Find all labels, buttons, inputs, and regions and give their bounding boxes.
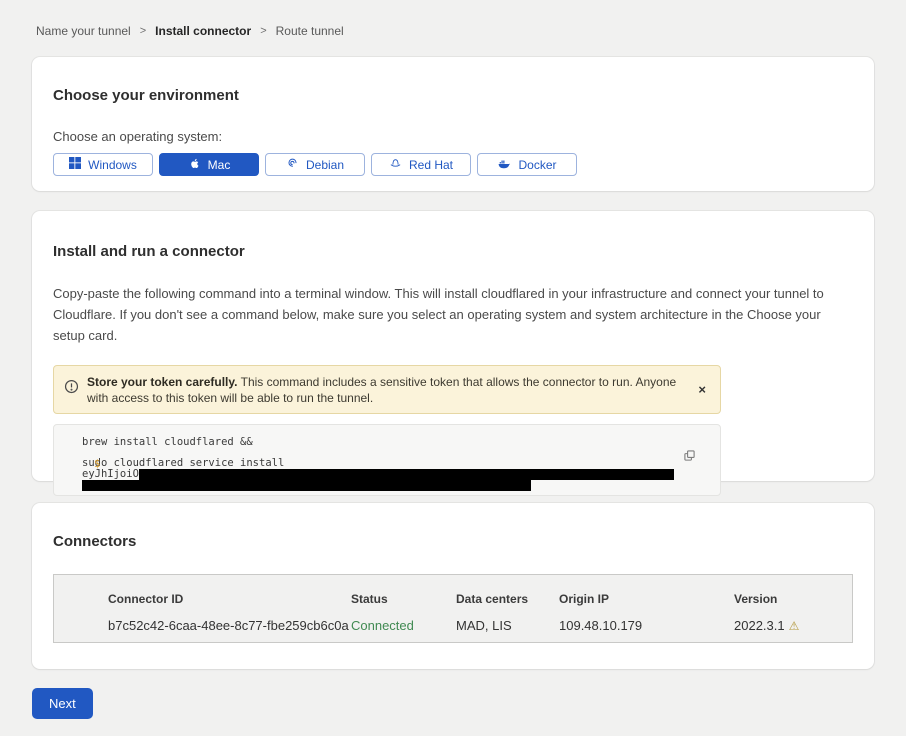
- windows-icon: [69, 157, 81, 172]
- choose-environment-title: Choose your environment: [53, 87, 853, 104]
- token-warning-bold: Store your token carefully.: [87, 375, 238, 389]
- code-line-token: eyJhIjoiO: [82, 469, 680, 480]
- status-badge: Connected: [351, 618, 456, 633]
- os-button-docker[interactable]: Docker: [477, 153, 577, 176]
- redacted-token-bar: [82, 480, 531, 491]
- token-warning-banner: Store your token carefully. This command…: [53, 365, 721, 414]
- apple-icon: [188, 157, 201, 173]
- connectors-table-header: Connector ID Status Data centers Origin …: [108, 592, 852, 606]
- os-button-windows[interactable]: Windows: [53, 153, 153, 176]
- origin-ip-cell: 109.48.10.179: [559, 618, 734, 633]
- os-button-debian[interactable]: Debian: [265, 153, 365, 176]
- connector-id-cell: b7c52c42-6caa-48ee-8c77-fbe259cb6c0a: [108, 618, 351, 633]
- os-button-label: Mac: [208, 158, 231, 172]
- breadcrumb-step-name-your-tunnel[interactable]: Name your tunnel: [36, 24, 131, 38]
- col-header-data-centers: Data centers: [456, 592, 559, 606]
- version-cell: 2022.3.1 ⚠: [734, 618, 852, 633]
- close-icon[interactable]: ×: [694, 381, 710, 398]
- warning-triangle-icon[interactable]: ⚠: [789, 619, 800, 633]
- bottom-strip: [0, 736, 906, 740]
- breadcrumb-step-install-connector[interactable]: Install connector: [155, 24, 251, 38]
- connectors-card: Connectors Connector ID Status Data cent…: [32, 503, 874, 669]
- connectors-title: Connectors: [53, 533, 853, 550]
- install-description: Copy-paste the following command into a …: [53, 283, 848, 346]
- os-button-group: Windows Mac Debian: [53, 153, 853, 176]
- os-button-mac[interactable]: Mac: [159, 153, 259, 176]
- os-button-label: Red Hat: [409, 158, 453, 172]
- token-warning-text: Store your token carefully. This command…: [87, 373, 686, 406]
- breadcrumb-step-route-tunnel[interactable]: Route tunnel: [276, 24, 344, 38]
- redacted-token-bar: [139, 469, 674, 480]
- debian-icon: [286, 157, 299, 173]
- data-centers-cell: MAD, LIS: [456, 618, 559, 633]
- connectors-table: Connector ID Status Data centers Origin …: [53, 574, 853, 643]
- breadcrumb-separator: >: [260, 25, 266, 37]
- col-header-version: Version: [734, 592, 852, 606]
- choose-environment-card: Choose your environment Choose an operat…: [32, 57, 874, 191]
- operating-system-label: Choose an operating system:: [53, 129, 853, 144]
- version-value: 2022.3.1: [734, 618, 785, 633]
- breadcrumb-separator: >: [140, 25, 146, 37]
- os-button-label: Docker: [518, 158, 556, 172]
- col-header-connector-id: Connector ID: [108, 592, 351, 606]
- docker-icon: [497, 157, 511, 173]
- code-line-install: sudo cloudflared service install: [82, 458, 680, 469]
- col-header-origin-ip: Origin IP: [559, 592, 734, 606]
- os-button-redhat[interactable]: Red Hat: [371, 153, 471, 176]
- shell-prompt: $: [94, 458, 100, 470]
- os-button-label: Windows: [88, 158, 137, 172]
- install-connector-card: Install and run a connector Copy-paste t…: [32, 211, 874, 481]
- install-connector-title: Install and run a connector: [53, 243, 853, 260]
- col-header-status: Status: [351, 592, 456, 606]
- code-line-brew: brew install cloudflared &&: [82, 437, 680, 448]
- next-button[interactable]: Next: [32, 688, 93, 719]
- os-button-label: Debian: [306, 158, 344, 172]
- redhat-icon: [389, 157, 402, 173]
- breadcrumb: Name your tunnel > Install connector > R…: [0, 0, 906, 38]
- copy-icon[interactable]: [683, 449, 696, 465]
- token-prefix: eyJhIjoiO: [82, 469, 139, 480]
- code-block: brew install cloudflared && $ sudo cloud…: [53, 424, 721, 496]
- alert-circle-icon: [64, 379, 79, 399]
- table-row: b7c52c42-6caa-48ee-8c77-fbe259cb6c0a Con…: [108, 618, 852, 633]
